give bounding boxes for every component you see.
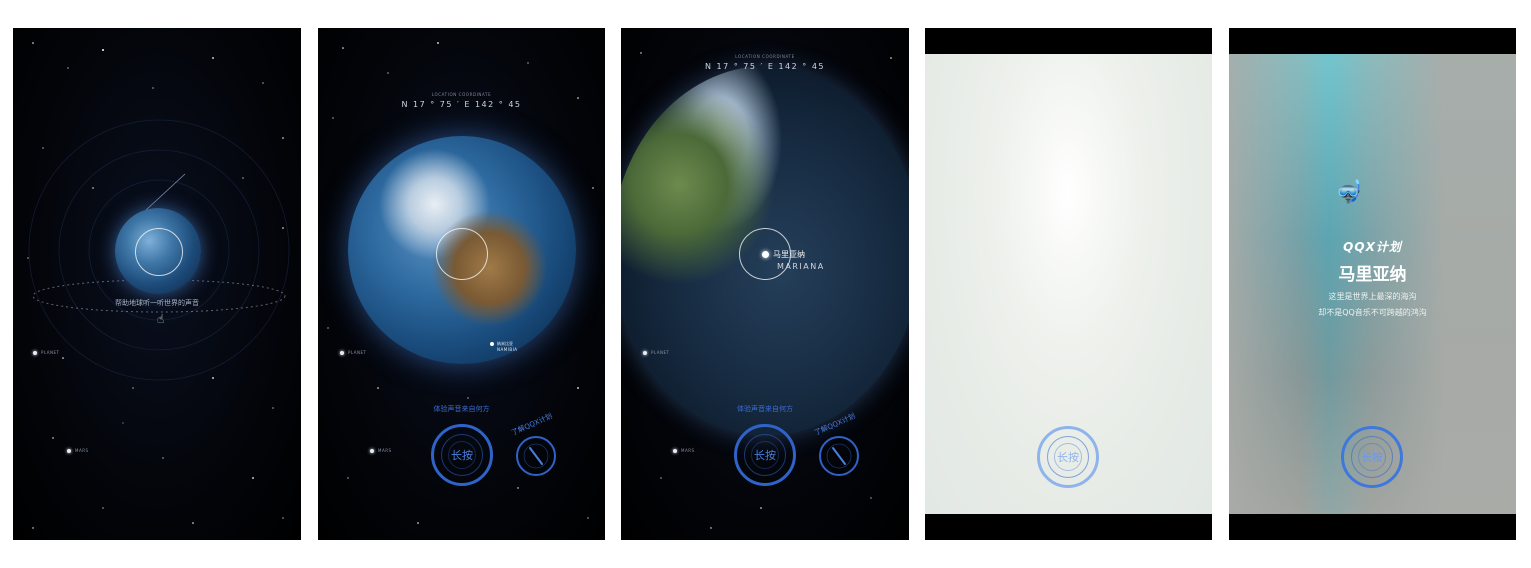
planet-marker-planet[interactable]: PLANET: [643, 350, 669, 355]
place-name-en: MARIANA: [777, 262, 825, 271]
marker-dot-icon: [490, 342, 494, 346]
long-press-button[interactable]: 长按: [1037, 426, 1099, 488]
location-coordinate: LOCATION COORDINATE N 17 ° 75 ′ E 142 ° …: [318, 92, 605, 109]
planet-dot-icon: [673, 448, 677, 453]
qqx-logo: QQX计划: [1343, 240, 1402, 254]
planet-dot-icon: [643, 350, 647, 355]
letterbox-bottom: [1229, 514, 1516, 540]
coordinate-title: LOCATION COORDINATE: [431, 92, 492, 97]
planet-dot-icon: [67, 448, 71, 453]
description-line-1: 这里是世界上最深的海沟: [1328, 292, 1417, 301]
screen-mariana: LOCATION COORDINATE N 17 ° 75 ′ E 142 ° …: [621, 28, 909, 540]
location-marker[interactable]: 纳米比亚 NAMIBIA: [490, 341, 518, 352]
long-press-button[interactable]: 长按: [431, 424, 493, 486]
long-press-label: 长按: [1361, 451, 1383, 464]
coordinate-value: N 17 ° 75 ′ E 142 ° 45: [401, 100, 522, 109]
experience-caption: 体验声音来自何方: [433, 405, 490, 413]
compass-button[interactable]: [516, 436, 556, 476]
instruction-text: 帮助地球听一听世界的声音: [115, 299, 199, 307]
country-name-en: NAMIBIA: [497, 347, 518, 352]
long-press-button[interactable]: 长按: [734, 424, 796, 486]
planet-marker-mars[interactable]: MARS: [67, 448, 89, 453]
diver-icon: 🤿: [1335, 180, 1363, 205]
letterbox-bottom: [925, 514, 1212, 540]
planet-dot-icon: [370, 448, 374, 453]
letterbox-top: [925, 28, 1212, 54]
description-line-2: 却不是QQ音乐不可跨越的鸿沟: [1318, 308, 1427, 317]
screen-transition: 长按: [925, 28, 1212, 540]
long-press-label: 长按: [754, 449, 776, 462]
compass-needle-icon: [826, 443, 852, 469]
planet-label: PLANET: [651, 350, 670, 355]
planet-marker-planet[interactable]: PLANET: [33, 350, 59, 355]
screen-namibia: LOCATION COORDINATE N 17 ° 75 ′ E 142 ° …: [318, 28, 605, 540]
location-coordinate: LOCATION COORDINATE N 17 ° 75 ′ E 142 ° …: [621, 54, 909, 71]
planet-marker-mars[interactable]: MARS: [370, 448, 392, 453]
planet-label: MARS: [75, 448, 89, 453]
compass-needle-icon: [523, 443, 549, 469]
location-marker[interactable]: 马里亚纳 MARIANA: [762, 249, 825, 271]
long-press-button[interactable]: 长按: [1341, 426, 1403, 488]
coordinate-value: N 17 ° 75 ′ E 142 ° 45: [704, 62, 825, 71]
coordinate-title: LOCATION COORDINATE: [735, 54, 795, 59]
planet-dot-icon: [340, 350, 344, 355]
marker-dot-icon: [762, 251, 769, 258]
screen-mariana-detail: 🤿 QQX计划 马里亚纳 这里是世界上最深的海沟 却不是QQ音乐不可跨越的鸿沟 …: [1229, 28, 1516, 540]
planet-dot-icon: [33, 350, 37, 355]
long-press-label: 长按: [451, 449, 473, 462]
screen-intro: 帮助地球听一听世界的声音 ☝ PLANET MARS: [13, 28, 301, 540]
experience-caption: 体验声音来自何方: [737, 405, 793, 413]
target-ring: [436, 228, 488, 280]
hand-pointer-icon: ☝: [157, 312, 165, 326]
place-name-cn: 马里亚纳: [773, 250, 805, 259]
planet-label: PLANET: [348, 350, 367, 355]
letterbox-top: [1229, 28, 1516, 54]
planet-label: MARS: [681, 448, 695, 453]
place-title: 马里亚纳: [1338, 265, 1407, 285]
planet-marker-planet[interactable]: PLANET: [340, 350, 366, 355]
long-press-label: 长按: [1057, 451, 1079, 464]
planet-marker-mars[interactable]: MARS: [673, 448, 695, 453]
planet-label: PLANET: [41, 350, 60, 355]
planet-label: MARS: [378, 448, 392, 453]
compass-button[interactable]: [819, 436, 859, 476]
target-ring: [135, 228, 183, 276]
